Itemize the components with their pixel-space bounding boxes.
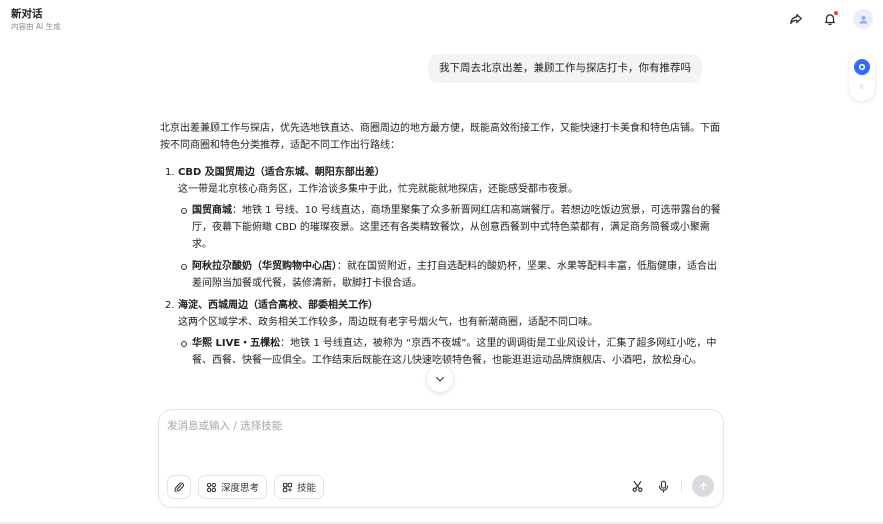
deep-think-label: 深度思考 <box>221 483 260 494</box>
notification-bell-icon[interactable] <box>819 8 841 30</box>
skills-label: 技能 <box>297 483 317 494</box>
send-button[interactable] <box>692 475 714 497</box>
section-description: 这两个区域学术、政务相关工作较多，周边既有老字号烟火气，也有新潮商圈，适配不同口… <box>178 317 598 328</box>
header-actions <box>785 8 873 30</box>
deep-think-icon <box>206 482 217 492</box>
section-title: 海淀、西城周边（适合高校、部委相关工作） <box>178 300 378 311</box>
answer-section: 1. CBD 及国贸周边（适合东城、朝阳东部出差） 这一带是北京核心商务区，工作… <box>160 164 722 292</box>
chevron-down-icon <box>436 376 444 382</box>
notification-dot <box>834 11 838 15</box>
avatar-icon <box>859 15 867 24</box>
deep-think-button[interactable]: 深度思考 <box>198 475 268 499</box>
item-name: 华熙 LIVE・五棵松 <box>192 338 281 349</box>
drag-handle-icon[interactable]: ⠿ <box>859 84 864 91</box>
message-composer: 深度思考 技能 <box>158 409 724 508</box>
section-number: 2. <box>165 300 175 311</box>
toolbar-divider <box>681 480 682 492</box>
section-number: 1. <box>165 167 175 178</box>
section-description: 这一带是北京核心商务区，工作洽谈多集中于此，忙完就能就地探店，还能感受都市夜景。 <box>178 184 578 195</box>
avatar[interactable] <box>853 9 873 29</box>
skills-button[interactable]: 技能 <box>274 475 325 499</box>
composer-tools-right <box>629 475 714 497</box>
skills-icon <box>282 482 293 492</box>
side-floating-widget: ⠿ <box>849 53 875 101</box>
microphone-icon[interactable] <box>655 478 671 494</box>
item-name: 国贸商城 <box>192 205 232 216</box>
section-title: CBD 及国贸周边（适合东城、朝阳东部出差） <box>178 167 385 178</box>
scissors-icon[interactable] <box>629 478 645 494</box>
assistant-icon[interactable] <box>854 59 870 75</box>
item-text: ：地铁 1 号线、10 号线直达，商场里聚集了众多新晋网红店和高端餐厅。若想边吃… <box>192 205 721 250</box>
answer-section: 2. 海淀、西城周边（适合高校、部委相关工作） 这两个区域学术、政务相关工作较多… <box>160 297 722 369</box>
attach-button[interactable] <box>167 475 191 499</box>
conversation-title: 新对话 <box>11 8 43 20</box>
paperclip-icon <box>174 482 185 493</box>
share-icon[interactable] <box>785 8 807 30</box>
assistant-answer: 北京出差兼顾工作与探店，优先选地铁直达、商圈周边的地方最方便，既能高效衔接工作，… <box>160 120 722 374</box>
send-arrow-icon <box>699 481 707 491</box>
top-header: 新对话 内容由 AI 生成 <box>0 0 883 38</box>
list-item: 阿秋拉尕酸奶（华贸购物中心店）：就在国贸附近，主打自选配料的酸奶杯，坚果、水果等… <box>178 258 722 292</box>
ai-generated-note: 内容由 AI 生成 <box>11 22 61 31</box>
list-item: 国贸商城：地铁 1 号线、10 号线直达，商场里聚集了众多新晋网红店和高端餐厅。… <box>178 202 722 253</box>
message-input[interactable] <box>167 418 715 458</box>
list-item: 华熙 LIVE・五棵松：地铁 1 号线直达，被称为 “京西不夜城”。这里的调调街… <box>178 335 722 369</box>
scroll-fade <box>150 395 740 409</box>
scroll-to-bottom-button[interactable] <box>427 366 453 392</box>
user-message-bubble: 我下周去北京出差，兼顾工作与探店打卡，你有推荐吗 <box>428 54 702 83</box>
composer-tools-left: 深度思考 技能 <box>167 475 325 499</box>
item-name: 阿秋拉尕酸奶（华贸购物中心店） <box>192 261 337 272</box>
answer-intro: 北京出差兼顾工作与探店，优先选地铁直达、商圈周边的地方最方便，既能高效衔接工作，… <box>160 123 720 151</box>
